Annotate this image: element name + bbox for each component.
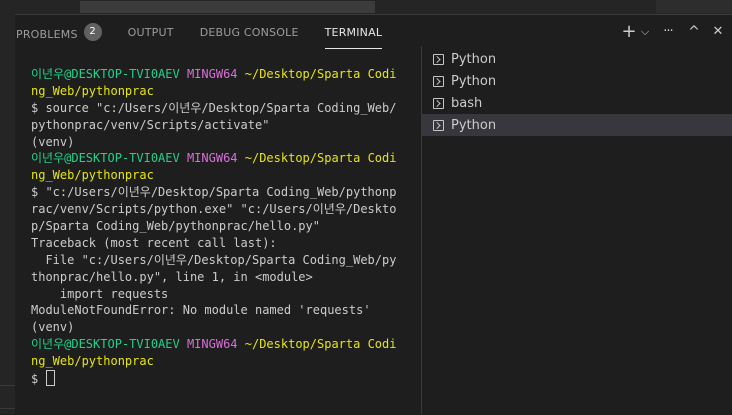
tab-problems-label: PROBLEMS [16, 28, 78, 41]
activity-bar-edge [0, 14, 15, 414]
terminal-line: $ [31, 370, 397, 387]
terminal-text-segment: import requests [31, 286, 169, 301]
terminal-line: p/Sparta Coding_Web/pythonprac/hello.py" [31, 218, 397, 235]
terminal-dropdown-icon[interactable]: ⌵ [638, 22, 652, 42]
close-panel-icon[interactable]: ✕ [704, 22, 732, 42]
terminal-list-item-label: bash [451, 95, 483, 111]
terminal-line: ng_Web/pythonprac [31, 167, 397, 184]
terminal-text-segment: MINGW64 [186, 67, 245, 81]
panel-actions: + ⌵ ··· ^ ✕ [620, 22, 732, 42]
tab-problems[interactable]: PROBLEMS 2 [16, 15, 102, 48]
terminal-text-segment: $ [31, 372, 46, 387]
terminal-text-segment: p/Sparta Coding_Web/pythonprac/hello.py" [31, 219, 320, 234]
terminal-text-segment: ~/Desktop/Sparta Codi [244, 337, 397, 352]
tab-debug-console[interactable]: DEBUG CONSOLE [200, 15, 299, 48]
terminal-text-segment: $ "c:/Users/이년우/Desktop/Sparta Coding_We… [31, 185, 397, 200]
terminal-text-segment: 이년우@DESKTOP-TVI0AEV [31, 67, 187, 81]
scroll-strip-end [656, 0, 732, 13]
terminal-line: 이년우@DESKTOP-TVI0AEV MINGW64 ~/Desktop/Sp… [31, 150, 397, 167]
horizontal-scrollbar[interactable] [80, 1, 375, 13]
terminal-icon [433, 119, 444, 131]
terminal-text-segment: ~/Desktop/Sparta Codi [244, 67, 397, 81]
terminal-text-segment: MINGW64 [186, 151, 245, 166]
terminal-list-item-label: Python [451, 117, 497, 133]
terminal-line: 이년우@DESKTOP-TVI0AEV MINGW64 ~/Desktop/Sp… [31, 66, 397, 83]
terminal-line: Traceback (most recent call last): [31, 235, 397, 252]
tab-terminal[interactable]: TERMINAL [324, 15, 383, 49]
terminal-text-segment: 이년우@DESKTOP-TVI0AEV [31, 151, 187, 166]
terminal-line: File "c:/Users/이년우/Desktop/Sparta Coding… [31, 252, 397, 269]
terminal-cursor [46, 370, 56, 387]
panel-tabs: PROBLEMS 2 OUTPUT DEBUG CONSOLE TERMINAL [16, 15, 408, 49]
terminal-line: ng_Web/pythonprac [31, 353, 397, 370]
problems-count-badge: 2 [83, 23, 102, 41]
tab-output-label: OUTPUT [127, 26, 174, 39]
tab-terminal-label: TERMINAL [324, 26, 383, 39]
terminal-line: 이년우@DESKTOP-TVI0AEV MINGW64 ~/Desktop/Sp… [31, 336, 397, 353]
terminal-text-segment: MINGW64 [186, 337, 245, 352]
editor-scroll-strip [0, 0, 732, 14]
terminal-text-segment: (venv) [31, 320, 75, 335]
terminal-text-segment: $ source "c:/Users/이년우/Desktop/Sparta Co… [31, 100, 397, 115]
terminal-text-segment: thonprac/hello.py", line 1, in <module> [31, 269, 313, 284]
terminal-line: (venv) [31, 134, 397, 151]
terminal-list-item[interactable]: Python [422, 70, 732, 92]
terminal-list-item[interactable]: Python [422, 48, 732, 70]
terminal-list-item-label: Python [451, 73, 497, 89]
terminal-line: thonprac/hello.py", line 1, in <module> [31, 269, 397, 286]
tab-output[interactable]: OUTPUT [128, 15, 174, 48]
activity-bar-marker [0, 385, 15, 409]
terminal-output[interactable]: 이년우@DESKTOP-TVI0AEV MINGW64 ~/Desktop/Sp… [31, 66, 397, 406]
terminal-line: ng_Web/pythonprac [31, 83, 397, 100]
terminal-text-segment: ng_Web/pythonprac [31, 168, 154, 183]
terminal-list-item[interactable]: bash [422, 92, 732, 114]
terminal-icon [433, 75, 444, 87]
terminal-text-segment: File "c:/Users/이년우/Desktop/Sparta Coding… [31, 252, 397, 267]
terminal-text-segment: rac/venv/Scripts/python.exe" "c:/Users/이… [31, 202, 397, 217]
terminal-icon [433, 97, 444, 109]
terminal-text-segment: pythonprac/venv/Scripts/activate" [31, 117, 270, 132]
tab-debug-console-label: DEBUG CONSOLE [199, 26, 299, 39]
terminal-text-segment: ModuleNotFoundError: No module named 're… [31, 303, 371, 318]
terminal-text-segment: (venv) [31, 134, 75, 149]
terminal-line: pythonprac/venv/Scripts/activate" [31, 117, 397, 134]
terminal-line: $ "c:/Users/이년우/Desktop/Sparta Coding_We… [31, 184, 397, 201]
maximize-panel-icon[interactable]: ^ [684, 22, 704, 42]
terminal-line: ModuleNotFoundError: No module named 're… [31, 302, 397, 319]
terminal-line: $ source "c:/Users/이년우/Desktop/Sparta Co… [31, 100, 397, 117]
terminal-text-segment: ~/Desktop/Sparta Codi [244, 151, 397, 166]
terminal-instance-list: Python Python bash Python [422, 48, 732, 136]
terminal-text-segment: ng_Web/pythonprac [31, 354, 154, 369]
terminal-icon [433, 53, 444, 65]
terminal-list-item-label: Python [451, 51, 497, 67]
terminal-line: (venv) [31, 319, 397, 336]
new-terminal-icon[interactable]: + [620, 22, 638, 42]
terminal-text-segment: Traceback (most recent call last): [31, 235, 277, 250]
terminal-list-item[interactable]: Python [422, 114, 732, 136]
more-actions-icon[interactable]: ··· [652, 22, 684, 42]
terminal-text-segment: 이년우@DESKTOP-TVI0AEV [31, 337, 187, 352]
terminal-line: rac/venv/Scripts/python.exe" "c:/Users/이… [31, 201, 397, 218]
terminal-text-segment: ng_Web/pythonprac [31, 83, 154, 98]
terminal-line: import requests [31, 286, 397, 303]
